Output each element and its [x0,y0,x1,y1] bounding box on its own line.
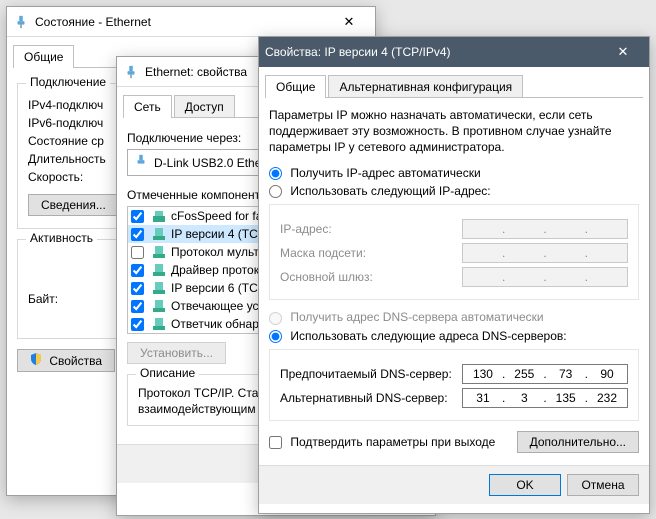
pref-dns-oct4[interactable] [589,366,625,382]
subnet-mask-label: Маска подсети: [280,246,366,260]
component-checkbox[interactable] [131,210,144,223]
radio-dns-manual-label: Использовать следующие адреса DNS-сервер… [290,329,566,343]
connect-via-label: Подключение через: [127,131,241,145]
group-manual-ip: IP-адрес: ... Маска подсети: ... Основно… [269,204,639,300]
close-icon[interactable]: ✕ [329,8,369,36]
tab-access[interactable]: Доступ [174,95,235,118]
tcpip-intro: Параметры IP можно назначать автоматичес… [269,107,639,156]
protocol-icon [151,280,167,296]
tab-alt-config[interactable]: Альтернативная конфигурация [328,75,523,98]
tab-network[interactable]: Сеть [123,95,172,118]
adapter-name: D-Link USB2.0 Ethe [154,156,261,170]
network-icon [13,14,29,30]
radio-dns-manual[interactable]: Использовать следующие адреса DNS-сервер… [269,329,567,343]
pref-dns-oct3[interactable] [548,366,584,382]
component-checkbox[interactable] [131,228,144,241]
subnet-mask-field: ... [462,243,628,263]
component-checkbox[interactable] [131,300,144,313]
alternate-dns-field[interactable]: . . . [462,388,628,408]
desc-label: Описание [136,366,199,380]
list-item-label: IP версии 6 (TCP [171,281,266,295]
tab-general[interactable]: Общие [265,75,326,98]
protocol-icon [151,316,167,332]
gateway-label: Основной шлюз: [280,270,373,284]
protocol-icon [151,298,167,314]
list-item-label: Отвечающее ус [171,299,259,313]
validate-checkbox[interactable]: Подтвердить параметры при выходе [269,435,495,449]
tcpip-tabs: Общие Альтернативная конфигурация [259,71,649,98]
list-item-label: Ответчик обнар [171,317,259,331]
properties-button-label: Свойства [49,354,102,368]
bytes-label: Байт: [28,292,58,306]
tcpip-content: Параметры IP можно назначать автоматичес… [259,99,649,465]
shield-icon [30,353,42,365]
duration-label: Длительность [28,152,106,166]
radio-dns-manual-input[interactable] [269,330,282,343]
radio-ip-auto-input[interactable] [269,167,282,180]
close-icon[interactable]: ✕ [603,38,643,66]
tcpip-window-title: Свойства: IP версии 4 (TCP/IPv4) [265,45,603,59]
status-window-title: Состояние - Ethernet [35,15,329,29]
radio-dns-auto[interactable]: Получить адрес DNS-сервера автоматически [269,310,544,324]
group-connection-label: Подключение [26,75,110,89]
list-item-label: Драйвер проток [171,263,259,277]
radio-ip-auto-label: Получить IP-адрес автоматически [290,166,480,180]
pref-dns-oct2[interactable] [506,366,542,382]
list-item-label: IP версии 4 (TCP [171,227,266,241]
tcpip-titlebar[interactable]: Свойства: IP версии 4 (TCP/IPv4) ✕ [259,37,649,67]
tab-general[interactable]: Общие [13,45,74,68]
tcpip-button-row: OK Отмена [259,465,649,504]
advanced-button[interactable]: Дополнительно... [517,431,639,453]
component-checkbox[interactable] [131,264,144,277]
pref-dns-oct1[interactable] [465,366,501,382]
install-button[interactable]: Установить... [127,342,226,364]
group-activity-label: Активность [26,231,97,245]
list-item-label: Протокол мульт [171,245,259,259]
ip-address-field: ... [462,219,628,239]
media-state-label: Состояние ср [28,134,104,148]
ip-address-label: IP-адрес: [280,222,332,236]
component-checkbox[interactable] [131,318,144,331]
ok-button[interactable]: OK [489,474,561,496]
speed-label: Скорость: [28,170,83,184]
alt-dns-oct4[interactable] [589,390,625,406]
alt-dns-label: Альтернативный DNS-сервер: [280,391,448,405]
alt-dns-oct2[interactable] [506,390,542,406]
radio-ip-manual[interactable]: Использовать следующий IP-адрес: [269,184,491,198]
radio-dns-auto-label: Получить адрес DNS-сервера автоматически [290,310,543,324]
radio-ip-auto[interactable]: Получить IP-адрес автоматически [269,166,481,180]
cancel-button[interactable]: Отмена [567,474,639,496]
adapter-icon [134,154,148,171]
gateway-field: ... [462,267,628,287]
properties-button[interactable]: Свойства [17,349,115,372]
pref-dns-label: Предпочитаемый DNS-сервер: [280,367,452,381]
component-checkbox[interactable] [131,246,144,259]
protocol-icon [151,226,167,242]
ipv4-label: IPv4-подключ [28,98,103,112]
components-label: Отмеченные компоненты [127,188,269,202]
component-checkbox[interactable] [131,282,144,295]
ipv6-label: IPv6-подключ [28,116,103,130]
network-icon [123,64,139,80]
radio-ip-manual-label: Использовать следующий IP-адрес: [290,184,490,198]
protocol-icon [151,262,167,278]
driver-icon [151,208,167,224]
validate-label: Подтвердить параметры при выходе [290,435,495,449]
alt-dns-oct1[interactable] [465,390,501,406]
protocol-icon [151,244,167,260]
radio-dns-auto-input [269,312,282,325]
list-item-label: cFosSpeed for fas [171,209,268,223]
group-dns: Предпочитаемый DNS-сервер: . . . Альтерн… [269,349,639,421]
radio-ip-manual-input[interactable] [269,185,282,198]
status-titlebar[interactable]: Состояние - Ethernet ✕ [7,7,375,37]
alt-dns-oct3[interactable] [548,390,584,406]
preferred-dns-field[interactable]: . . . [462,364,628,384]
details-button[interactable]: Сведения... [28,194,119,216]
validate-checkbox-input[interactable] [269,436,282,449]
tcpip-window: Свойства: IP версии 4 (TCP/IPv4) ✕ Общие… [258,36,650,514]
